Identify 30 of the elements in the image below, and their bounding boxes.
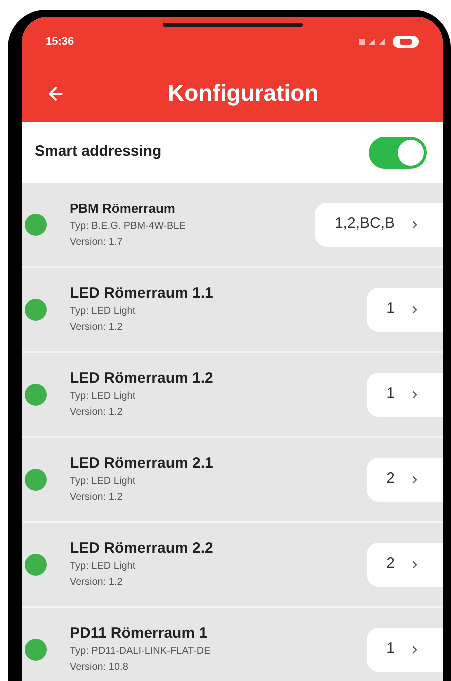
toggle-switch[interactable] xyxy=(369,136,427,168)
notification-icon xyxy=(359,39,365,45)
device-version: Version: 1.7 xyxy=(70,236,124,250)
device-name: PD11 Römerraum 1 xyxy=(70,624,209,642)
battery-icon xyxy=(393,36,419,48)
device-version: Version: 1.2 xyxy=(70,406,124,420)
address-button[interactable]: 2 xyxy=(366,542,443,586)
device-type: Typ: PD11-DALI-LINK-FLAT-DE xyxy=(70,644,212,658)
address-button[interactable]: 1 xyxy=(366,628,443,672)
address-button[interactable]: 1,2,BC,B xyxy=(314,202,443,246)
device-version: Version: 10.8 xyxy=(70,660,130,674)
device-type: Typ: LED Light xyxy=(70,474,137,488)
address-button[interactable]: 1 xyxy=(366,372,443,416)
device-type: Typ: LED Light xyxy=(70,560,137,574)
device-name: LED Römerraum 1.1 xyxy=(70,284,214,302)
device-version: Version: 1.2 xyxy=(70,320,124,334)
address-button[interactable]: 1 xyxy=(366,288,443,332)
device-type: Typ: LED Light xyxy=(70,304,137,318)
device-name: PBM Römerraum xyxy=(70,200,176,218)
address-button[interactable]: 2 xyxy=(366,458,443,502)
device-type: Typ: B.E.G. PBM-4W-BLE xyxy=(70,220,187,234)
device-type: Typ: LED Light xyxy=(70,390,137,404)
device-version: Version: 1.2 xyxy=(70,490,124,504)
device-name: LED Römerraum 2.2 xyxy=(70,540,214,558)
status-time: 15:36 xyxy=(46,34,74,50)
setting-label: Smart addressing xyxy=(35,142,162,162)
device-version: Version: 1.2 xyxy=(70,576,124,590)
device-name: LED Römerraum 1.2 xyxy=(70,370,214,388)
screen-title: Konfiguration xyxy=(168,79,319,108)
device-name: LED Römerraum 2.1 xyxy=(70,454,214,472)
